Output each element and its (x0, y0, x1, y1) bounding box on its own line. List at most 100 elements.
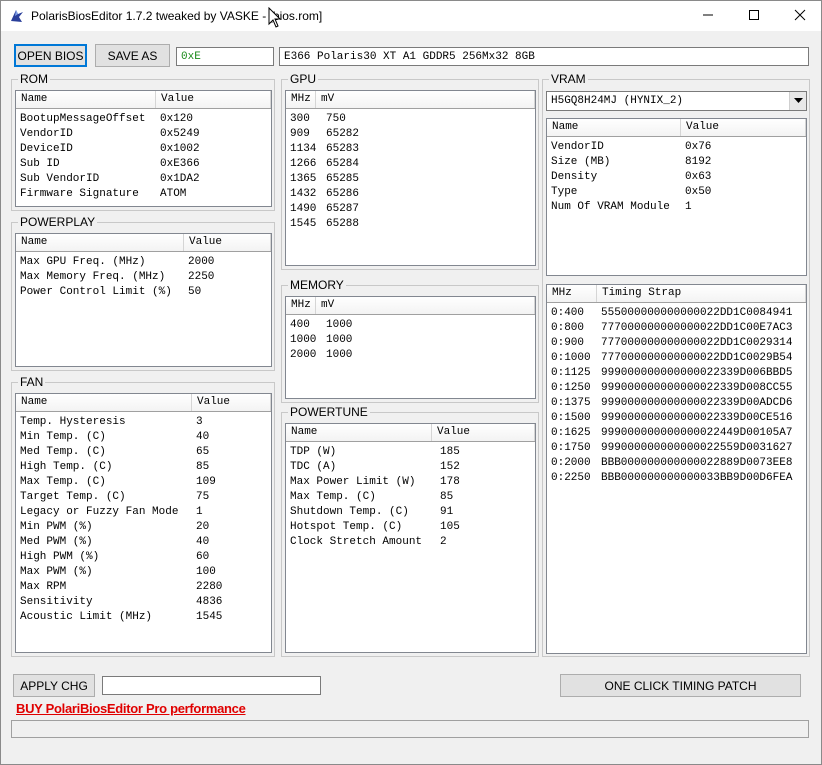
timing-strap-list[interactable]: MHz Timing Strap 0:400 555000000000000022… (546, 284, 807, 654)
powertune-row[interactable]: Hotspot Temp. (C) 105 (286, 520, 535, 535)
title-bar[interactable]: PolarisBiosEditor 1.7.2 tweaked by VASKE… (1, 1, 821, 31)
timing-row[interactable]: 0:1625 999000000000000022449D00105A7 (547, 426, 806, 441)
timing-row[interactable]: 0:1500 999000000000000022339D00CE516 (547, 411, 806, 426)
fan-row[interactable]: Max PWM (%) 100 (16, 565, 271, 580)
fan-row[interactable]: High Temp. (C) 85 (16, 460, 271, 475)
vram-info-list[interactable]: Name Value VendorID 0x76 Size (MB) 8192 Dens… (546, 118, 807, 276)
fan-row[interactable]: Min Temp. (C) 40 (16, 430, 271, 445)
powerplay-value-cell: 50 (188, 286, 202, 298)
timing-row[interactable]: 0:400 555000000000000022DD1C0084941 (547, 306, 806, 321)
fan-row[interactable]: Legacy or Fuzzy Fan Mode 1 (16, 505, 271, 520)
powertune-value-cell: 185 (440, 446, 460, 458)
rom-col-name[interactable]: Name (16, 91, 156, 108)
rom-row[interactable]: Sub ID 0xE366 (16, 157, 271, 172)
powerplay-col-name[interactable]: Name (16, 234, 184, 251)
timing-row[interactable]: 0:1000 777000000000000022DD1C0029B54 (547, 351, 806, 366)
powertune-row[interactable]: Clock Stretch Amount 2 (286, 535, 535, 550)
gpu-row[interactable]: 300 750 (286, 112, 535, 127)
fan-row[interactable]: Target Temp. (C) 75 (16, 490, 271, 505)
powertune-col-value[interactable]: Value (432, 424, 535, 441)
vram-col-value[interactable]: Value (681, 119, 806, 136)
powerplay-row[interactable]: Max Memory Freq. (MHz) 2250 (16, 270, 271, 285)
gpu-row[interactable]: 1365 65285 (286, 172, 535, 187)
powerplay-row[interactable]: Power Control Limit (%) 50 (16, 285, 271, 300)
gpu-row[interactable]: 1266 65284 (286, 157, 535, 172)
fan-col-value[interactable]: Value (192, 394, 271, 411)
timing-row[interactable]: 0:2250 BBB000000000000033BB9D00D6FEA (547, 471, 806, 486)
timing-row[interactable]: 0:900 777000000000000022DD1C0029314 (547, 336, 806, 351)
fan-col-name[interactable]: Name (16, 394, 192, 411)
gpu-row[interactable]: 1432 65286 (286, 187, 535, 202)
powertune-col-name[interactable]: Name (286, 424, 432, 441)
close-icon (794, 9, 806, 24)
rom-row[interactable]: Firmware Signature ATOM (16, 187, 271, 202)
fan-row[interactable]: Temp. Hysteresis 3 (16, 415, 271, 430)
fan-list[interactable]: Name Value Temp. Hysteresis 3 Min Temp. (C… (15, 393, 272, 653)
vram-row[interactable]: Type 0x50 (547, 185, 806, 200)
powerplay-row[interactable]: Max GPU Freq. (MHz) 2000 (16, 255, 271, 270)
apply-changes-button[interactable]: APPLY CHG (13, 674, 95, 697)
powerplay-col-value[interactable]: Value (184, 234, 271, 251)
memory-row[interactable]: 400 1000 (286, 318, 535, 333)
apply-input[interactable] (102, 676, 321, 695)
powertune-row[interactable]: TDC (A) 152 (286, 460, 535, 475)
timing-row[interactable]: 0:800 777000000000000022DD1C00E7AC3 (547, 321, 806, 336)
fan-row[interactable]: Med PWM (%) 40 (16, 535, 271, 550)
powerplay-list[interactable]: Name Value Max GPU Freq. (MHz) 2000 Max Me… (15, 233, 272, 367)
powertune-row[interactable]: Max Power Limit (W) 178 (286, 475, 535, 490)
vram-row[interactable]: Size (MB) 8192 (547, 155, 806, 170)
timing-col-mhz[interactable]: MHz (547, 285, 597, 302)
one-click-timing-patch-button[interactable]: ONE CLICK TIMING PATCH (560, 674, 801, 697)
memory-row[interactable]: 1000 1000 (286, 333, 535, 348)
powerplay-rows: Max GPU Freq. (MHz) 2000 Max Memory Freq. … (16, 252, 271, 300)
powertune-row[interactable]: TDP (W) 185 (286, 445, 535, 460)
maximize-button[interactable] (731, 1, 777, 31)
powertune-row[interactable]: Max Temp. (C) 85 (286, 490, 535, 505)
rom-row[interactable]: BootupMessageOffset 0x120 (16, 112, 271, 127)
rom-row[interactable]: DeviceID 0x1002 (16, 142, 271, 157)
vram-select[interactable]: H5GQ8H24MJ (HYNIX_2) (546, 91, 807, 111)
fan-row[interactable]: Max Temp. (C) 109 (16, 475, 271, 490)
buy-pro-link[interactable]: BUY PolariBiosEditor Pro performance (16, 701, 246, 716)
rom-list[interactable]: Name Value BootupMessageOffset 0x120 Vendo… (15, 90, 272, 207)
gpu-row[interactable]: 1490 65287 (286, 202, 535, 217)
gpu-row[interactable]: 1545 65288 (286, 217, 535, 232)
hex-value-field[interactable]: 0xE (176, 47, 274, 66)
timing-col-strap[interactable]: Timing Strap (597, 285, 806, 302)
gpu-col-mv[interactable]: mV (316, 91, 535, 108)
fan-row[interactable]: Sensitivity 4836 (16, 595, 271, 610)
rom-row[interactable]: VendorID 0x5249 (16, 127, 271, 142)
memory-col-mhz[interactable]: MHz (286, 297, 316, 314)
powertune-row[interactable]: Shutdown Temp. (C) 91 (286, 505, 535, 520)
vram-col-name[interactable]: Name (547, 119, 681, 136)
timing-row[interactable]: 0:2000 BBB000000000000022889D0073EE8 (547, 456, 806, 471)
fan-row[interactable]: High PWM (%) 60 (16, 550, 271, 565)
vram-row[interactable]: VendorID 0x76 (547, 140, 806, 155)
timing-row[interactable]: 0:1750 999000000000000022559D0031627 (547, 441, 806, 456)
open-bios-button[interactable]: OPEN BIOS (14, 44, 87, 67)
close-button[interactable] (777, 1, 822, 31)
rom-row[interactable]: Sub VendorID 0x1DA2 (16, 172, 271, 187)
timing-row[interactable]: 0:1375 999000000000000022339D00ADCD6 (547, 396, 806, 411)
gpu-row[interactable]: 909 65282 (286, 127, 535, 142)
memory-col-mv[interactable]: mV (316, 297, 535, 314)
gpu-row[interactable]: 1134 65283 (286, 142, 535, 157)
minimize-button[interactable] (685, 1, 731, 31)
vram-row[interactable]: Density 0x63 (547, 170, 806, 185)
gpu-list[interactable]: MHz mV 300 750 909 65282 1134 65283 1266 65284 1… (285, 90, 536, 266)
powertune-list[interactable]: Name Value TDP (W) 185 TDC (A) 152 Max Power… (285, 423, 536, 653)
fan-row[interactable]: Acoustic Limit (MHz) 1545 (16, 610, 271, 625)
vram-row[interactable]: Num Of VRAM Module 1 (547, 200, 806, 215)
memory-row[interactable]: 2000 1000 (286, 348, 535, 363)
fan-row[interactable]: Med Temp. (C) 65 (16, 445, 271, 460)
dropdown-arrow-icon[interactable] (789, 92, 806, 110)
gpu-col-mhz[interactable]: MHz (286, 91, 316, 108)
fan-row[interactable]: Max RPM 2280 (16, 580, 271, 595)
fan-row[interactable]: Min PWM (%) 20 (16, 520, 271, 535)
rom-col-value[interactable]: Value (156, 91, 271, 108)
timing-row[interactable]: 0:1250 999000000000000022339D008CC55 (547, 381, 806, 396)
save-as-button[interactable]: SAVE AS (95, 44, 170, 67)
bios-name-field[interactable]: E366 Polaris30 XT A1 GDDR5 256Mx32 8GB (279, 47, 809, 66)
timing-row[interactable]: 0:1125 999000000000000022339D006BBD5 (547, 366, 806, 381)
memory-list[interactable]: MHz mV 400 1000 1000 1000 2000 1000 (285, 296, 536, 399)
